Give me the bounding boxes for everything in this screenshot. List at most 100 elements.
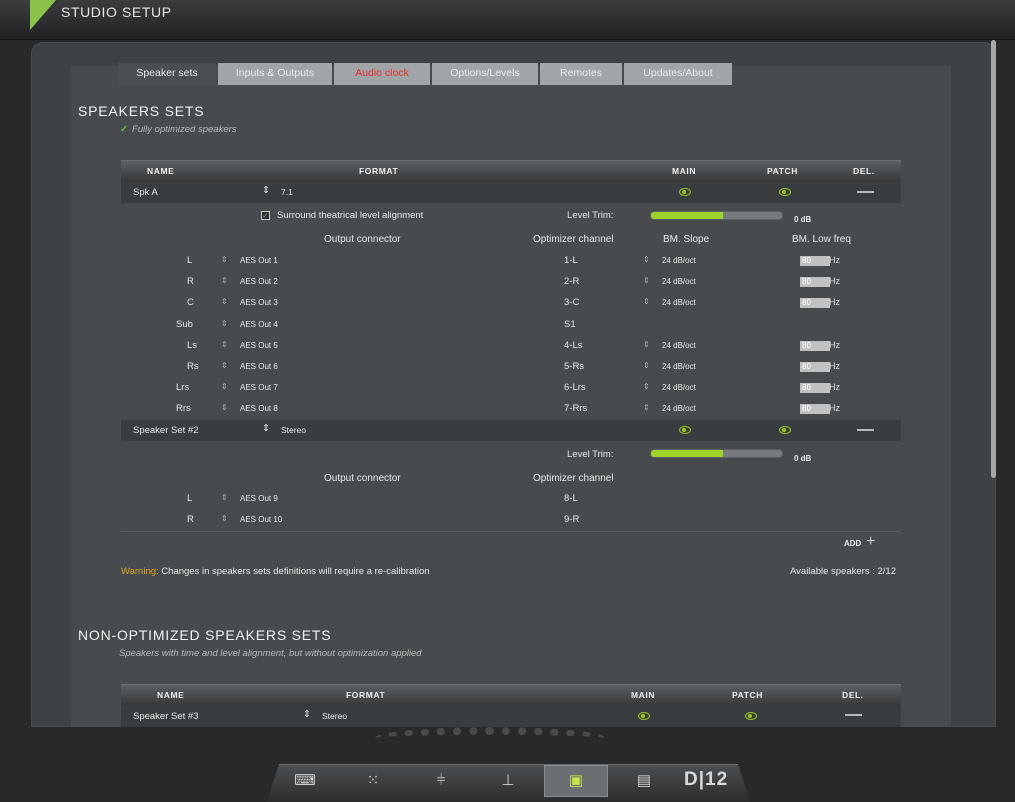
slope-stepper-icon[interactable]: ⇕ xyxy=(643,255,650,264)
output-stepper-icon[interactable]: ⇕ xyxy=(221,382,228,391)
format-stepper-icon[interactable]: ⇕ xyxy=(262,423,270,434)
output-connector[interactable]: AES Out 7 xyxy=(240,383,278,392)
set-format[interactable]: 7.1 xyxy=(281,187,293,197)
section-title-non-optimized: NON-OPTIMIZED SPEAKERS SETS xyxy=(78,627,332,643)
files-icon[interactable]: ▤ xyxy=(631,770,657,792)
optimizer-channel: 1-L xyxy=(564,255,578,266)
output-stepper-icon[interactable]: ⇕ xyxy=(221,276,228,285)
tab-audio-clock[interactable]: Audio clock xyxy=(334,63,430,85)
tab-inputs-outputs[interactable]: Inputs & Outputs xyxy=(218,63,332,85)
slope-stepper-icon[interactable]: ⇕ xyxy=(643,382,650,391)
set-name[interactable]: Spk A xyxy=(133,187,158,198)
speaker-set-row[interactable]: Spk A ⇕ 7.1 xyxy=(121,182,901,203)
slope-stepper-icon[interactable]: ⇕ xyxy=(643,361,650,370)
bm-slope[interactable]: 24 dB/oct xyxy=(662,383,696,392)
optimizer-channel: 7-Rrs xyxy=(564,403,588,415)
routing-icon[interactable]: ⊥ xyxy=(495,770,521,792)
format-stepper-icon[interactable]: ⇕ xyxy=(303,709,311,720)
set-format[interactable]: Stereo xyxy=(281,425,306,435)
bm-low-freq-input[interactable]: 80 xyxy=(800,362,830,372)
trim-fill xyxy=(651,450,724,457)
delete-set-icon[interactable] xyxy=(857,191,874,193)
channel-label: Sub xyxy=(176,318,193,330)
output-stepper-icon[interactable]: ⇕ xyxy=(221,319,228,328)
bm-slope[interactable]: 24 dB/oct xyxy=(662,341,696,350)
output-connector[interactable]: AES Out 3 xyxy=(240,298,278,307)
section-subtitle: Speakers with time and level alignment, … xyxy=(119,648,422,659)
bm-low-freq-input[interactable]: 80 xyxy=(800,298,830,309)
output-connector[interactable]: AES Out 1 xyxy=(240,256,278,265)
channel-label: C xyxy=(187,297,194,309)
speakers-icon[interactable]: ▣ xyxy=(563,770,589,792)
patch-eye-icon[interactable] xyxy=(779,188,791,196)
output-connector[interactable]: AES Out 4 xyxy=(240,320,278,329)
tab-updates-about[interactable]: Updates/About xyxy=(624,63,732,85)
main-eye-icon[interactable] xyxy=(679,188,691,196)
slope-stepper-icon[interactable]: ⇕ xyxy=(643,297,650,306)
col-patch: PATCH xyxy=(732,690,764,700)
matrix-icon[interactable]: ⁙ xyxy=(360,770,386,792)
col-main: MAIN xyxy=(672,166,697,176)
output-connector[interactable]: AES Out 9 xyxy=(240,494,278,503)
bm-low-freq-input[interactable]: 80 xyxy=(800,340,830,351)
output-stepper-icon[interactable]: ⇕ xyxy=(221,493,228,502)
channel-label: R xyxy=(187,514,194,526)
output-stepper-icon[interactable]: ⇕ xyxy=(221,361,228,370)
warning-line: Warning: Changes in speakers sets defini… xyxy=(121,566,430,577)
level-trim-slider[interactable] xyxy=(650,449,783,458)
slope-stepper-icon[interactable]: ⇕ xyxy=(643,276,650,285)
output-stepper-icon[interactable]: ⇕ xyxy=(221,403,228,412)
slope-stepper-icon[interactable]: ⇕ xyxy=(643,340,650,349)
delete-set-icon[interactable] xyxy=(845,714,862,716)
output-connector[interactable]: AES Out 8 xyxy=(240,404,278,413)
channel-label: Lrs xyxy=(176,382,190,394)
bm-low-freq-input[interactable]: 80 xyxy=(800,277,830,288)
tab-options-levels[interactable]: Options/Levels xyxy=(432,63,538,85)
tab-speaker-sets[interactable]: Speaker sets xyxy=(118,63,216,85)
bm-slope[interactable]: 24 dB/oct xyxy=(662,362,696,371)
output-stepper-icon[interactable]: ⇕ xyxy=(221,255,228,264)
set-name[interactable]: Speaker Set #3 xyxy=(133,711,199,722)
slope-stepper-icon[interactable]: ⇕ xyxy=(643,403,650,412)
tab-remotes[interactable]: Remotes xyxy=(540,63,622,85)
add-label[interactable]: ADD xyxy=(844,539,861,548)
output-connector[interactable]: AES Out 2 xyxy=(240,277,278,286)
output-connector[interactable]: AES Out 10 xyxy=(240,515,282,524)
delete-set-icon[interactable] xyxy=(857,429,874,431)
app-window: STUDIO SETUP Speaker sets Inputs & Outpu… xyxy=(0,0,1015,802)
main-eye-icon[interactable] xyxy=(638,712,650,720)
bm-slope[interactable]: 24 dB/oct xyxy=(662,256,696,265)
console-icon[interactable]: ⌨ xyxy=(292,770,318,792)
output-connector[interactable]: AES Out 6 xyxy=(240,362,278,371)
output-stepper-icon[interactable]: ⇕ xyxy=(221,514,228,523)
surround-checkbox[interactable]: ✓ xyxy=(261,211,270,220)
channel-label: R xyxy=(187,276,194,288)
channel-label: Ls xyxy=(187,339,198,351)
main-eye-icon[interactable] xyxy=(679,426,691,434)
set-format[interactable]: Stereo xyxy=(322,711,347,721)
bm-low-freq-input[interactable]: 80 xyxy=(800,256,830,266)
speaker-set-row[interactable]: Speaker Set #2 ⇕ Stereo xyxy=(121,420,901,441)
bm-low-freq-input[interactable]: 80 xyxy=(800,383,830,394)
brand-corner-icon xyxy=(30,0,56,30)
optimizer-channel: 5-Rs xyxy=(564,361,585,372)
set-name[interactable]: Speaker Set #2 xyxy=(133,425,199,436)
add-plus-icon[interactable]: + xyxy=(866,533,875,551)
output-connector[interactable]: AES Out 5 xyxy=(240,341,278,350)
bm-low-freq-input[interactable]: 80 xyxy=(800,404,830,415)
output-stepper-icon[interactable]: ⇕ xyxy=(221,340,228,349)
bm-slope[interactable]: 24 dB/oct xyxy=(662,277,696,286)
col-name: NAME xyxy=(147,166,175,176)
bm-slope[interactable]: 24 dB/oct xyxy=(662,298,696,307)
col-format: FORMAT xyxy=(359,166,399,176)
subtitle-text: Fully optimized speakers xyxy=(131,124,237,135)
patch-eye-icon[interactable] xyxy=(745,712,757,720)
speaker-set-row[interactable]: Speaker Set #3 ⇕ Stereo xyxy=(121,706,901,727)
output-stepper-icon[interactable]: ⇕ xyxy=(221,297,228,306)
bm-slope[interactable]: 24 dB/oct xyxy=(662,404,696,413)
level-trim-slider[interactable] xyxy=(650,211,783,220)
format-stepper-icon[interactable]: ⇕ xyxy=(262,185,270,196)
patch-eye-icon[interactable] xyxy=(779,426,791,434)
scrollbar[interactable] xyxy=(991,40,996,478)
faders-icon[interactable]: ⫩ xyxy=(428,770,454,792)
